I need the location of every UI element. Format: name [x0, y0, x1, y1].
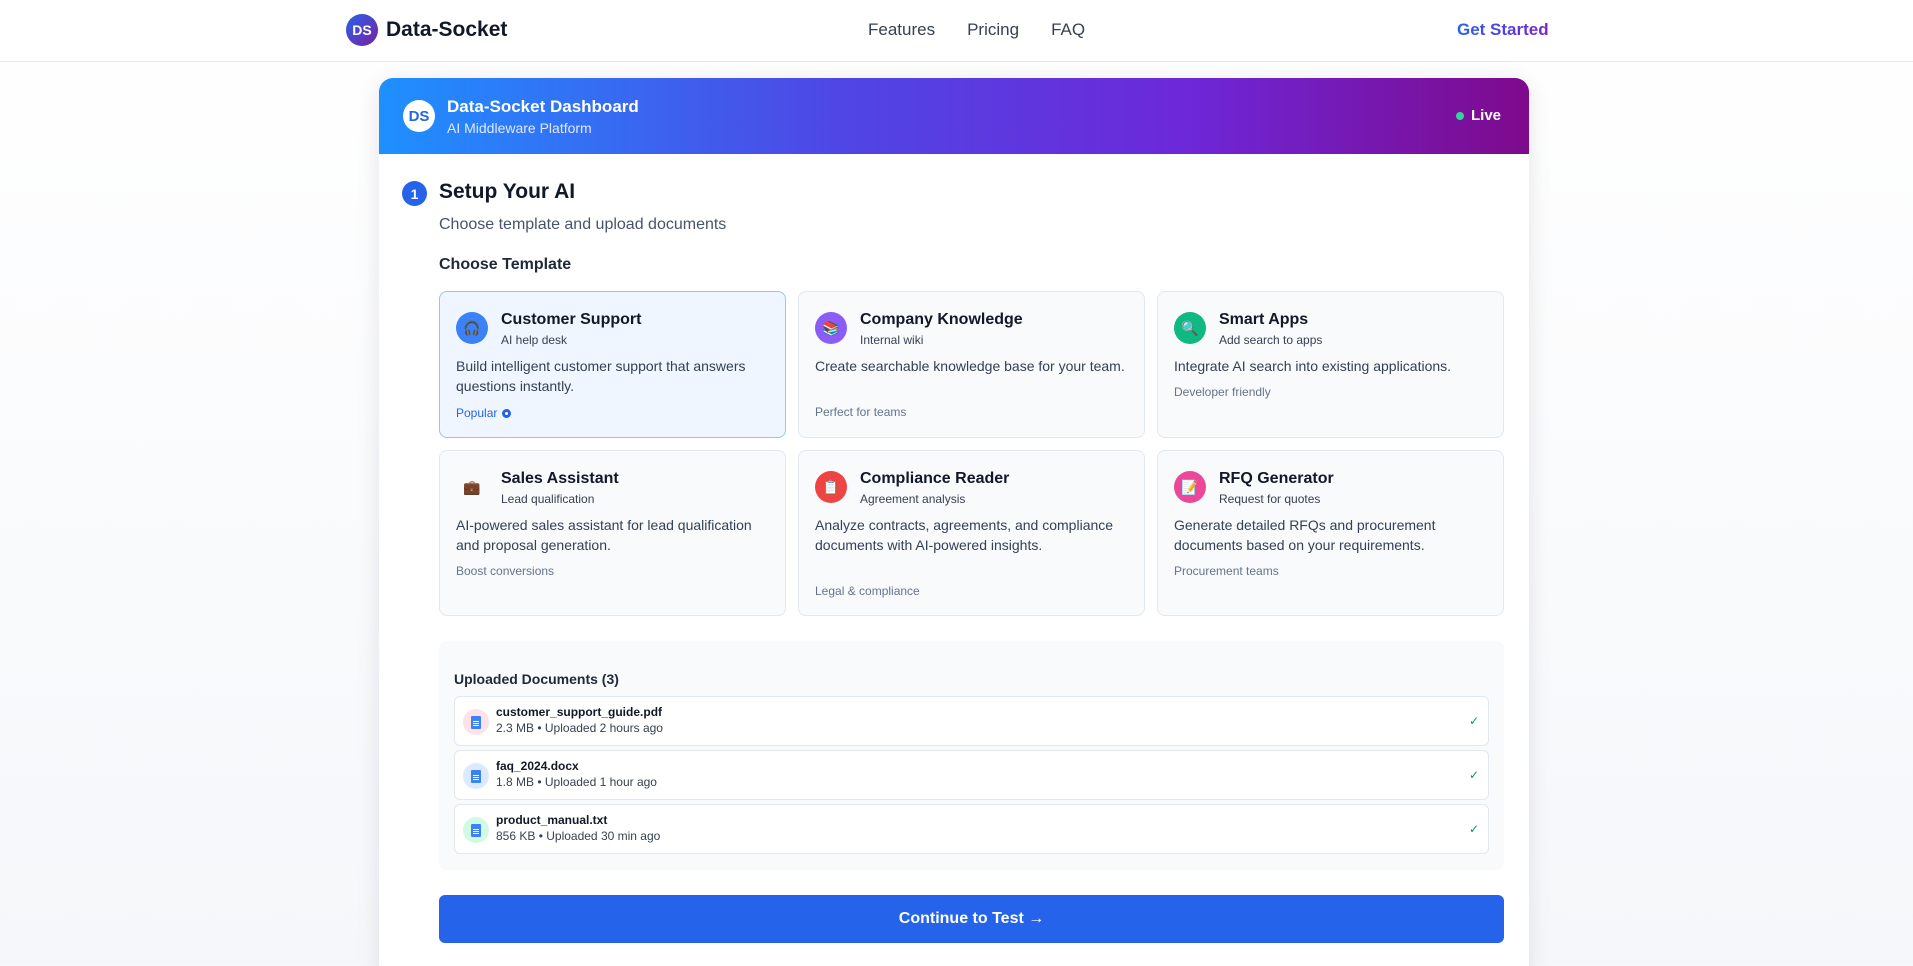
template-title: Smart Apps [1219, 311, 1309, 328]
template-subtitle: Request for quotes [1219, 492, 1321, 506]
file-row[interactable]: product_manual.txt 856 KB • Uploaded 30 … [454, 804, 1489, 854]
template-footer: Procurement teams [1174, 564, 1279, 578]
template-subtitle: Add search to apps [1219, 333, 1323, 347]
live-status: Live [1455, 107, 1501, 124]
top-navbar: DS Data-Socket Features Pricing FAQ Get … [0, 0, 1913, 62]
dashboard-subtitle: AI Middleware Platform [447, 120, 592, 136]
template-card-sales-assistant[interactable]: 💼 Sales Assistant Lead qualification AI-… [439, 450, 786, 616]
file-meta: 856 KB • Uploaded 30 min ago [496, 829, 661, 843]
step-subtitle: Choose template and upload documents [439, 216, 727, 233]
template-subtitle: AI help desk [501, 333, 568, 347]
brand-name: Data-Socket [386, 18, 508, 41]
template-title: Company Knowledge [860, 311, 1023, 328]
template-footer: Boost conversions [456, 564, 555, 578]
live-label: Live [1470, 107, 1501, 124]
file-row[interactable]: faq_2024.docx 1.8 MB • Uploaded 1 hour a… [454, 750, 1489, 800]
popular-dot-icon [502, 408, 512, 418]
template-subtitle: Agreement analysis [860, 492, 966, 506]
dashboard-card: DS Data-Socket Dashboard AI Middleware P… [379, 78, 1529, 966]
template-subtitle: Lead qualification [501, 492, 595, 506]
template-popular-tag: Popular [456, 406, 512, 420]
nav-link-features[interactable]: Features [868, 20, 935, 40]
choose-template-label: Choose Template [439, 256, 572, 273]
check-icon: ✓ [1468, 714, 1479, 728]
template-description: Create searchable knowledge base for you… [815, 358, 1125, 374]
template-title: RFQ Generator [1219, 470, 1334, 487]
template-title: Compliance Reader [860, 470, 1010, 487]
popular-label: Popular [456, 406, 498, 420]
template-card-company-knowledge[interactable]: 📚 Company Knowledge Internal wiki Create… [798, 291, 1145, 438]
file-row[interactable]: customer_support_guide.pdf 2.3 MB • Uplo… [454, 696, 1489, 746]
nav-link-faq[interactable]: FAQ [1051, 20, 1085, 40]
template-subtitle: Internal wiki [860, 333, 924, 347]
template-description: Build intelligent customer support that … [456, 358, 746, 394]
template-footer: Developer friendly [1174, 385, 1271, 399]
file-meta: 2.3 MB • Uploaded 2 hours ago [496, 721, 663, 735]
step-number-badge: 1 [402, 181, 427, 206]
template-card-compliance-reader[interactable]: 📋 Compliance Reader Agreement analysis A… [798, 450, 1145, 616]
template-description: AI-powered sales assistant for lead qual… [456, 517, 752, 553]
continue-to-test-button[interactable]: Continue to Test → [439, 895, 1504, 943]
template-description: Analyze contracts, agreements, and compl… [815, 517, 1114, 553]
pdf-file-icon [463, 709, 489, 735]
book-icon: 📚 [815, 312, 847, 344]
check-icon: ✓ [1468, 768, 1479, 782]
template-card-smart-apps[interactable]: 🔍 Smart Apps Add search to apps Integrat… [1157, 291, 1504, 438]
step-title: Setup Your AI [439, 180, 576, 203]
brand[interactable]: DS Data-Socket [346, 14, 507, 46]
dashboard-header: DS Data-Socket Dashboard AI Middleware P… [379, 78, 1529, 154]
check-icon: ✓ [1468, 822, 1479, 836]
nav-link-pricing[interactable]: Pricing [967, 20, 1019, 40]
live-dot-icon [1455, 111, 1464, 120]
search-icon: 🔍 [1174, 312, 1206, 344]
template-footer: Legal & compliance [815, 584, 920, 598]
file-meta: 1.8 MB • Uploaded 1 hour ago [496, 775, 657, 789]
file-name: customer_support_guide.pdf [496, 705, 663, 719]
uploaded-documents-title: Uploaded Documents (3) [454, 671, 619, 687]
template-description: Integrate AI search into existing applic… [1174, 358, 1452, 374]
memo-icon: 📝 [1174, 471, 1206, 503]
template-card-rfq-generator[interactable]: 📝 RFQ Generator Request for quotes Gener… [1157, 450, 1504, 616]
template-card-customer-support[interactable]: 🎧 Customer Support AI help desk Build in… [439, 291, 786, 438]
template-title: Sales Assistant [501, 470, 619, 487]
dashboard-title: Data-Socket Dashboard [447, 97, 639, 116]
template-title: Customer Support [501, 311, 642, 328]
get-started-link[interactable]: Get Started [1457, 20, 1549, 40]
brand-logo: DS [346, 14, 378, 46]
briefcase-icon: 💼 [456, 471, 488, 503]
doc-file-icon [463, 763, 489, 789]
template-description: Generate detailed RFQs and procurement d… [1174, 517, 1436, 553]
uploaded-documents-panel: Uploaded Documents (3) customer_support_… [439, 641, 1504, 870]
txt-file-icon [463, 817, 489, 843]
file-name: faq_2024.docx [496, 759, 579, 773]
dashboard-avatar: DS [403, 100, 435, 132]
file-name: product_manual.txt [496, 813, 608, 827]
headset-icon: 🎧 [456, 312, 488, 344]
template-footer: Perfect for teams [815, 405, 907, 419]
clipboard-icon: 📋 [815, 471, 847, 503]
nav-links: Features Pricing FAQ [868, 20, 1085, 40]
